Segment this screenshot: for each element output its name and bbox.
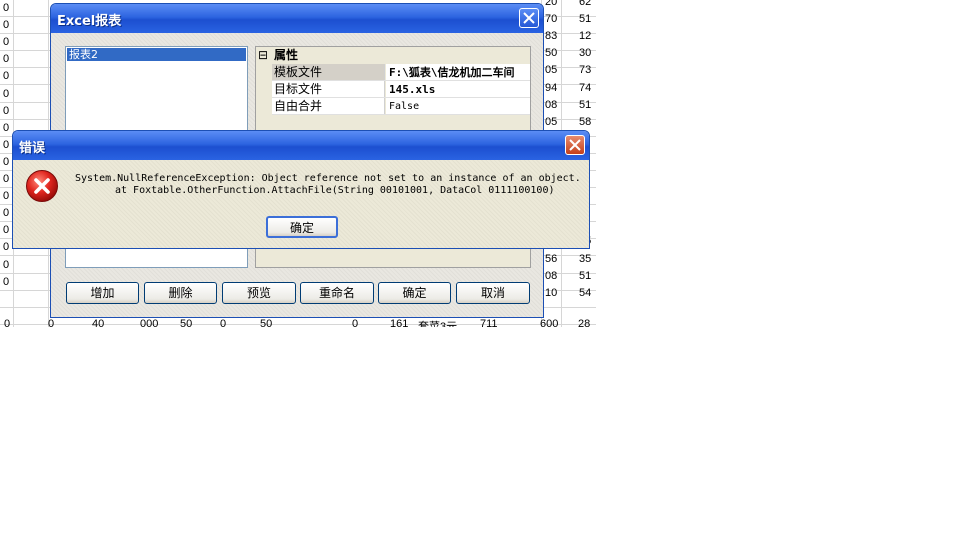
sheet-cell: 0 xyxy=(3,88,10,100)
sheet-cell: 20 xyxy=(545,0,558,8)
sheet-cell: 56 xyxy=(545,253,558,265)
error-message-line1: System.NullReferenceException: Object re… xyxy=(75,173,581,184)
property-category-label: 属性 xyxy=(274,48,299,62)
sheet-cell: 0 xyxy=(3,241,10,253)
sheet-cell: 12 xyxy=(579,30,592,42)
sheet-cell: 08 xyxy=(545,99,558,111)
error-dialog-title: 错误 xyxy=(19,141,46,156)
sheet-cell: 50 xyxy=(545,47,558,59)
sheet-cell: 0 xyxy=(4,318,11,327)
property-name: 模板文件 xyxy=(272,64,385,81)
excel-dialog-close-button[interactable] xyxy=(519,8,539,28)
property-row-target[interactable]: 目标文件 145.xls xyxy=(256,81,530,98)
sheet-cell: 70 xyxy=(545,13,558,25)
ok-button[interactable]: 确定 xyxy=(378,282,451,304)
sheet-cell: 0 xyxy=(3,139,10,151)
property-value[interactable]: 145.xls xyxy=(386,81,530,98)
sheet-cell: 0 xyxy=(3,53,10,65)
property-value[interactable]: F:\狐表\佶龙机加二车间 xyxy=(386,64,530,81)
sheet-cell: 05 xyxy=(545,64,558,76)
error-ok-button[interactable]: 确定 xyxy=(266,216,338,238)
sheet-cell: 0 xyxy=(220,318,227,327)
sheet-cell: 0 xyxy=(3,156,10,168)
sheet-cell: 40 xyxy=(92,318,105,327)
sheet-cell: 51 xyxy=(579,270,592,282)
sheet-cell: 0 xyxy=(3,259,10,271)
sheet-cell: 161 xyxy=(390,318,409,327)
delete-button[interactable]: 删除 xyxy=(144,282,217,304)
property-row-merge[interactable]: 自由合并 False xyxy=(256,98,530,115)
error-dialog-close-button[interactable] xyxy=(565,135,585,155)
error-x-icon xyxy=(26,170,58,202)
sheet-cell: 94 xyxy=(545,82,558,94)
property-name: 自由合并 xyxy=(272,98,385,115)
cancel-button[interactable]: 取消 xyxy=(456,282,530,304)
sheet-cell: 0 xyxy=(48,318,55,327)
property-category-row[interactable]: ⊟ 属性 xyxy=(256,47,530,64)
error-dialog-titlebar[interactable]: 错误 xyxy=(13,131,589,160)
property-row-template[interactable]: 模板文件 F:\狐表\佶龙机加二车间 xyxy=(256,64,530,81)
rename-button[interactable]: 重命名 xyxy=(300,282,374,304)
sheet-cell: 28 xyxy=(578,318,591,327)
sheet-cell: 74 xyxy=(579,82,592,94)
collapse-icon[interactable]: ⊟ xyxy=(258,47,268,64)
close-icon xyxy=(523,12,535,24)
sheet-cell: 0 xyxy=(3,105,10,117)
sheet-cell: 0 xyxy=(3,224,10,236)
sheet-cell: 0 xyxy=(3,122,10,134)
error-message-line2: at Foxtable.OtherFunction.AttachFile(Str… xyxy=(115,185,555,196)
sheet-cell: 0 xyxy=(3,70,10,82)
sheet-cell: 62 xyxy=(579,0,592,8)
report-list-item[interactable]: 报表2 xyxy=(67,48,246,61)
sheet-cell: 54 xyxy=(579,287,592,299)
sheet-cell: 30 xyxy=(579,47,592,59)
sheet-cell: 0 xyxy=(3,173,10,185)
sheet-cell: 0 xyxy=(3,36,10,48)
sheet-cell: 000 xyxy=(140,318,159,327)
sheet-cell: 10 xyxy=(545,287,558,299)
sheet-cell: 0 xyxy=(3,276,10,288)
sheet-cell: 0 xyxy=(3,207,10,219)
property-value[interactable]: False xyxy=(386,98,530,115)
sheet-cell: 05 xyxy=(545,116,558,128)
sheet-cell: 58 xyxy=(579,116,592,128)
sheet-cell: 08 xyxy=(545,270,558,282)
sheet-cell: 51 xyxy=(579,13,592,25)
sheet-cell: 0 xyxy=(352,318,359,327)
excel-dialog-title: Excel报表 xyxy=(57,14,122,29)
sheet-cell: 套菜3元 xyxy=(418,321,458,327)
sheet-cell: 0 xyxy=(3,190,10,202)
sheet-cell: 51 xyxy=(579,99,592,111)
close-icon xyxy=(569,139,581,151)
sheet-cell: 83 xyxy=(545,30,558,42)
excel-dialog-titlebar[interactable]: Excel报表 xyxy=(51,4,543,33)
property-name: 目标文件 xyxy=(272,81,385,98)
add-button[interactable]: 增加 xyxy=(66,282,139,304)
preview-button[interactable]: 预览 xyxy=(222,282,296,304)
sheet-cell: 35 xyxy=(579,253,592,265)
error-dialog: 错误 System.NullReferenceException: Object… xyxy=(12,130,590,249)
sheet-cell: 600 xyxy=(540,318,559,327)
sheet-cell: 711 xyxy=(480,318,498,327)
sheet-cell: 73 xyxy=(579,64,592,76)
sheet-cell: 0 xyxy=(3,2,10,14)
sheet-cell: 50 xyxy=(180,318,193,327)
sheet-cell: 50 xyxy=(260,318,273,327)
sheet-gridline xyxy=(0,324,596,325)
sheet-cell: 0 xyxy=(3,19,10,31)
